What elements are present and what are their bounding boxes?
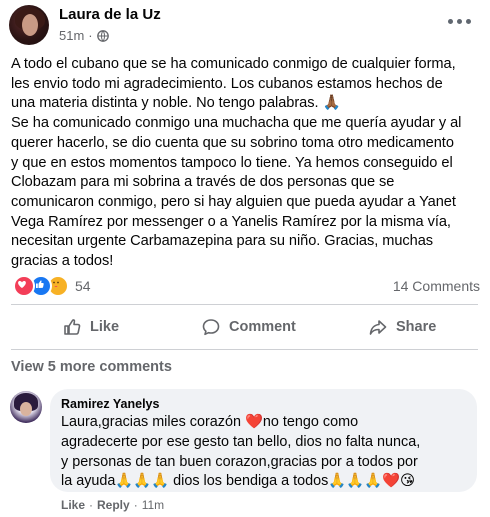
post-time[interactable]: 51m [59, 28, 84, 43]
globe-icon [96, 29, 109, 42]
post-author-name[interactable]: Laura de la Uz [59, 6, 161, 23]
comment-reply-button[interactable]: Reply [97, 498, 130, 512]
more-options-icon[interactable] [448, 14, 472, 28]
love-reaction-icon [13, 275, 35, 297]
divider [11, 304, 478, 305]
meta-separator: · [88, 28, 93, 43]
view-more-comments-link[interactable]: View 5 more comments [11, 359, 172, 375]
comment-separator: · [133, 498, 138, 512]
reaction-count[interactable]: 54 [75, 278, 91, 294]
divider [11, 349, 478, 350]
comment-button[interactable]: Comment [201, 312, 296, 342]
comment-text: Laura,gracias miles corazón ❤️no tengo c… [61, 414, 421, 490]
comment-actions: Like · Reply · 11m [61, 498, 164, 512]
author-avatar[interactable] [9, 5, 49, 45]
like-label: Like [90, 319, 120, 335]
share-label: Share [396, 319, 437, 335]
commenter-avatar[interactable] [10, 391, 42, 423]
post-meta: 51m · [59, 28, 109, 43]
comment-author-name[interactable]: Ramirez Yanelys [61, 397, 159, 411]
comment-like-button[interactable]: Like [61, 498, 85, 512]
like-button[interactable]: Like [62, 312, 119, 342]
comments-count-link[interactable]: 14 Comments [393, 278, 480, 294]
post-body-text: A todo el cubano que se ha comunicado co… [11, 56, 462, 270]
reaction-icons[interactable] [13, 275, 69, 297]
comment-separator: · [89, 498, 94, 512]
share-button[interactable]: Share [368, 312, 436, 342]
comment-label: Comment [229, 319, 296, 335]
share-icon [369, 320, 387, 335]
comment-icon [202, 319, 220, 336]
thumbs-up-icon [64, 319, 81, 335]
comment-time[interactable]: 11m [142, 498, 164, 512]
